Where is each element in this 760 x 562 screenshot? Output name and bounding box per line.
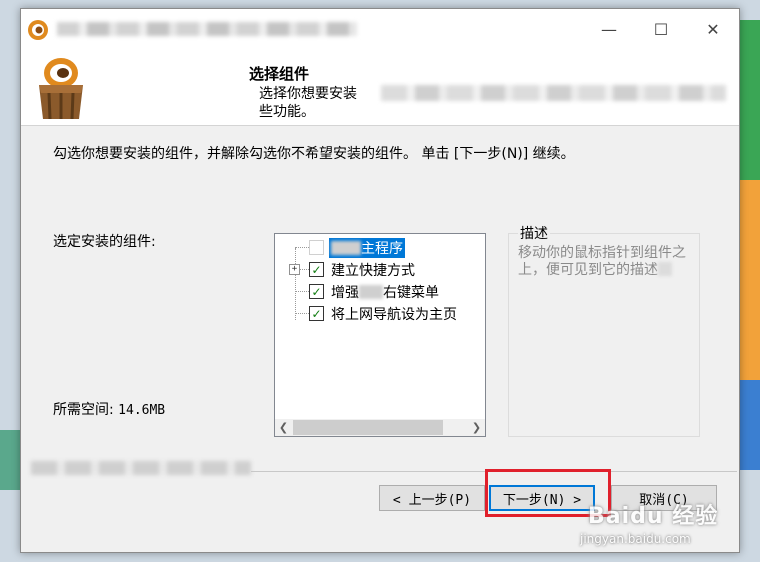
app-icon [28, 20, 48, 40]
components-label: 选定安装的组件: [53, 234, 156, 250]
title-bar: — ☐ ✕ [21, 9, 739, 49]
tree-item-context-menu[interactable]: ✓ 增强 右键菜单 [275, 280, 485, 302]
close-button[interactable]: ✕ [687, 9, 739, 49]
wizard-header: 选择组件 选择你想要安装 些功能。 [21, 49, 739, 126]
page-title: 选择组件 [249, 65, 310, 83]
installer-box-icon [39, 58, 83, 120]
horizontal-scrollbar[interactable]: ❮ ❯ [275, 419, 485, 436]
homepage-checkbox[interactable]: ✓ [309, 306, 324, 321]
main-program-checkbox: ✓ [309, 240, 324, 255]
description-text: 移动你的鼠标指针到组件之上，便可见到它的描述 [518, 245, 686, 278]
tree-item-homepage[interactable]: ✓ 将上网导航设为主页 [275, 302, 485, 324]
redacted-name [359, 285, 383, 299]
watermark-url: jingyan.baidu.com [580, 532, 691, 546]
window-title-redacted [57, 22, 357, 36]
shortcuts-checkbox[interactable]: ✓ [309, 262, 324, 277]
shortcuts-label: 建立快捷方式 [331, 263, 415, 279]
watermark-brand: Baidu 经验 [588, 504, 719, 529]
branding-text-redacted [31, 461, 251, 475]
context-menu-label: 增强 右键菜单 [331, 285, 439, 301]
homepage-label: 将上网导航设为主页 [331, 307, 457, 323]
redacted-text [658, 262, 672, 276]
page-subtitle-line2: 些功能。 [259, 104, 315, 120]
tree-connector [300, 269, 309, 270]
tree-item-shortcuts[interactable]: + ✓ 建立快捷方式 [275, 258, 485, 280]
main-program-label: 主程序 [329, 238, 405, 258]
scroll-thumb[interactable] [293, 420, 443, 435]
tree-connector [295, 247, 309, 248]
space-required-label: 所需空间: [53, 402, 114, 418]
installer-window: — ☐ ✕ 选择组件 选择你想要安装 些功能。 勾选你想要安装的组件，并解除勾选… [20, 8, 740, 553]
description-title: 描述 [518, 223, 550, 243]
page-subtitle-line1: 选择你想要安装 [259, 86, 357, 102]
redacted-name [331, 241, 361, 255]
space-required-value: 14.6MB [118, 403, 166, 418]
desktop-strip-teal [0, 430, 20, 490]
space-required: 所需空间: 14.6MB [53, 399, 165, 419]
baidu-watermark: Baidu 经验 jingyan.baidu.com [580, 496, 760, 558]
expand-icon[interactable]: + [289, 264, 300, 275]
desktop-strip-green [740, 20, 760, 180]
component-tree[interactable]: ✓ 主程序 + ✓ 建立快捷方式 ✓ 增强右键菜单 ✓ 将上网导航设为主页 ❮ [274, 233, 486, 437]
page-subtitle-redacted [381, 85, 726, 101]
tree-item-main-program[interactable]: ✓ 主程序 [275, 236, 485, 258]
minimize-button[interactable]: — [583, 9, 635, 49]
context-menu-checkbox[interactable]: ✓ [309, 284, 324, 299]
tree-connector [295, 313, 309, 314]
maximize-button[interactable]: ☐ [635, 9, 687, 49]
desktop-strip-orange [740, 180, 760, 380]
instruction-text: 勾选你想要安装的组件，并解除勾选你不希望安装的组件。 单击 [下一步(N)] 继… [53, 146, 575, 162]
desktop-strip-blue [740, 380, 760, 470]
scroll-right-icon[interactable]: ❯ [468, 419, 485, 436]
back-button[interactable]: < 上一步(P) [379, 485, 485, 511]
scroll-left-icon[interactable]: ❮ [275, 419, 292, 436]
tree-connector [295, 291, 309, 292]
